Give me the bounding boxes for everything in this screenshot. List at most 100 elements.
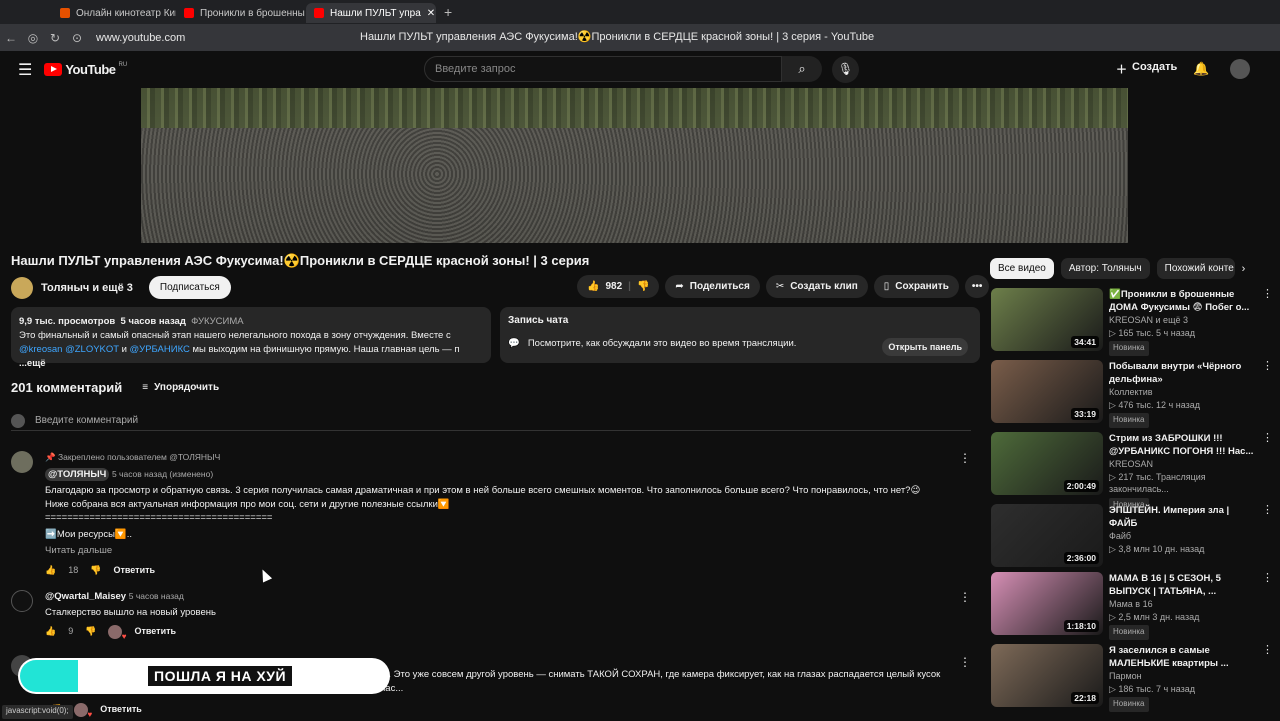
show-more-link[interactable]: ...ещё xyxy=(19,358,46,369)
search-icon: ⌕ xyxy=(798,61,806,76)
save-button[interactable]: ▯ Сохранить xyxy=(873,275,959,298)
channel-name[interactable]: Мама в 16 xyxy=(1109,599,1153,609)
comment-time[interactable]: 5 часов назад xyxy=(129,591,184,601)
comment-more-icon[interactable]: ⋮ xyxy=(959,655,971,669)
recommendation-more-icon[interactable]: ⋮ xyxy=(1262,288,1273,301)
recommendation-more-icon[interactable]: ⋮ xyxy=(1262,572,1273,585)
add-comment-input[interactable]: Введите комментарий xyxy=(11,411,971,431)
channel-name[interactable]: Пармон xyxy=(1109,671,1142,681)
video-thumbnail[interactable]: 1:18:10 xyxy=(991,572,1103,635)
thumb-down-icon[interactable]: 👎 xyxy=(637,281,649,292)
channel-name[interactable]: KREOSAN xyxy=(1109,315,1153,325)
chevron-right-icon[interactable]: › xyxy=(1242,263,1246,275)
channel-name[interactable]: Толяныч и ещё 3 xyxy=(41,282,133,294)
recommendation-item[interactable]: 22:18 Я заселился в самые МАЛЕНЬКИЕ кварт… xyxy=(991,644,1273,712)
comment-more-icon[interactable]: ⋮ xyxy=(959,590,971,604)
comment-time[interactable]: 5 часов назад (изменено) xyxy=(112,469,213,479)
bell-icon[interactable]: 🔔 xyxy=(1193,61,1209,77)
search-button[interactable]: ⌕ xyxy=(782,56,822,82)
comment-dislike-icon[interactable]: 👎 xyxy=(85,625,96,639)
mention-link[interactable]: @ZLOYKOT xyxy=(65,344,119,355)
recommendation-title[interactable]: МАМА В 16 | 5 СЕЗОН, 5 ВЫПУСК | ТАТЬЯНА,… xyxy=(1109,572,1259,598)
save-label: Сохранить xyxy=(895,281,949,292)
like-button[interactable]: 👍 982 | 👎 xyxy=(577,275,660,298)
recommendation-item[interactable]: 2:00:49 Стрим из ЗАБРОШКИ !!! @УРБАНИКС П… xyxy=(991,432,1273,512)
sort-label: Упорядочить xyxy=(154,382,220,393)
recommendation-item[interactable]: 2:36:00 ЭПШТЕЙН. Империя зла | ФАЙБ Файб ▷… xyxy=(991,504,1273,567)
recommendation-more-icon[interactable]: ⋮ xyxy=(1262,644,1273,657)
reply-button[interactable]: Ответить xyxy=(100,703,142,717)
video-thumbnail[interactable]: 2:00:49 xyxy=(991,432,1103,495)
video-duration: 34:41 xyxy=(1071,336,1099,348)
video-player[interactable] xyxy=(141,88,1128,243)
voice-search-button[interactable]: 🎙 xyxy=(832,56,859,83)
video-thumbnail[interactable]: 2:36:00 xyxy=(991,504,1103,567)
comment-author[interactable]: @Qwartal_Maisey xyxy=(45,591,126,602)
video-duration: 2:00:49 xyxy=(1063,480,1099,492)
comment-dislike-icon[interactable]: 👎 xyxy=(90,564,101,578)
browser-tab-2[interactable]: Проникли в брошенны xyxy=(176,3,306,23)
recommendation-title[interactable]: Я заселился в самые МАЛЕНЬКИЕ квартиры .… xyxy=(1109,644,1259,670)
video-thumbnail[interactable]: 34:41 xyxy=(991,288,1103,351)
recommendation-item[interactable]: 33:19 Побывали внутри «Чёрного дельфина» К… xyxy=(991,360,1273,428)
chip-all[interactable]: Все видео xyxy=(990,258,1054,279)
menu-icon[interactable]: ☰ xyxy=(18,60,32,80)
read-more-link[interactable]: Читать дальше xyxy=(45,544,965,558)
sort-button[interactable]: ≡ Упорядочить xyxy=(142,382,219,393)
channel-name[interactable]: KREOSAN xyxy=(1109,459,1153,469)
comment-like-icon[interactable]: 👍 xyxy=(45,625,56,639)
lock-icon[interactable]: ⊙ xyxy=(66,31,88,45)
share-icon: ➦ xyxy=(675,281,684,292)
new-badge: Новинка xyxy=(1109,697,1149,712)
description-box[interactable]: 9,9 тыс. просмотров 5 часов назад ФУКУСИ… xyxy=(11,307,491,369)
mention-link[interactable]: @kreosan xyxy=(19,344,62,355)
comment-more-icon[interactable]: ⋮ xyxy=(959,451,971,465)
back-icon[interactable]: ← xyxy=(0,31,22,45)
more-actions-button[interactable]: ••• xyxy=(964,275,990,298)
reply-button[interactable]: Ответить xyxy=(113,564,155,578)
recommendation-item[interactable]: 34:41 ✅Проникли в брошенные ДОМА Фукусимы… xyxy=(991,288,1273,356)
open-panel-button[interactable]: Открыть панель xyxy=(882,338,968,356)
reply-button[interactable]: Ответить xyxy=(134,625,176,639)
recommendation-more-icon[interactable]: ⋮ xyxy=(1262,360,1273,373)
recommendation-title[interactable]: Побывали внутри «Чёрного дельфина» xyxy=(1109,360,1259,386)
tab-close-icon[interactable]: ✕ xyxy=(427,8,435,19)
shield-icon[interactable]: ◎ xyxy=(22,31,44,45)
comment-author[interactable]: @ТОЛЯНЫЧ xyxy=(45,467,110,481)
new-tab-icon[interactable]: + xyxy=(444,4,452,20)
youtube-header: ☰ YouTube RU Введите запрос ⌕ 🎙 ＋ Создат… xyxy=(0,51,1280,88)
recommendation-meta: ▷ 165 тыс. 5 ч назад xyxy=(1109,327,1195,338)
recommendation-title[interactable]: ✅Проникли в брошенные ДОМА Фукусимы 😨 По… xyxy=(1109,288,1259,314)
mention-link[interactable]: @УРБАНИКС xyxy=(130,344,190,355)
channel-name[interactable]: Файб xyxy=(1109,531,1131,541)
recommendation-channel: Коллектив xyxy=(1109,386,1259,399)
recommendation-more-icon[interactable]: ⋮ xyxy=(1262,504,1273,517)
recommendation-title[interactable]: ЭПШТЕЙН. Империя зла | ФАЙБ xyxy=(1109,504,1259,530)
search-input[interactable]: Введите запрос xyxy=(424,56,782,82)
chip-author[interactable]: Автор: Толяныч xyxy=(1060,258,1150,279)
share-button[interactable]: ➦ Поделиться xyxy=(665,275,760,298)
comment-avatar[interactable] xyxy=(11,451,33,473)
comment-like-icon[interactable]: 👍 xyxy=(45,564,56,578)
browser-tab-3[interactable]: Нашли ПУЛЬТ упра ✕ xyxy=(306,3,436,23)
recommendation-title[interactable]: Стрим из ЗАБРОШКИ !!! @УРБАНИКС ПОГОНЯ !… xyxy=(1109,432,1259,458)
clip-button[interactable]: ✂ Создать клип xyxy=(765,275,868,298)
channel-name[interactable]: Коллектив xyxy=(1109,387,1153,397)
video-thumbnail[interactable]: 22:18 xyxy=(991,644,1103,707)
video-thumbnail[interactable]: 33:19 xyxy=(991,360,1103,423)
chip-similar[interactable]: Похожий конте xyxy=(1156,258,1235,279)
address-bar[interactable]: www.youtube.com xyxy=(96,32,185,44)
create-button[interactable]: ＋ Создать xyxy=(1116,61,1177,77)
reload-icon[interactable]: ↻ xyxy=(44,31,66,45)
channel-avatar[interactable] xyxy=(11,276,33,299)
avatar[interactable] xyxy=(1230,59,1250,79)
recommendation-more-icon[interactable]: ⋮ xyxy=(1262,432,1273,445)
subscribe-button[interactable]: Подписаться xyxy=(148,276,231,299)
tab-label: Нашли ПУЛЬТ упра xyxy=(330,7,421,19)
youtube-logo[interactable]: YouTube RU xyxy=(44,62,127,77)
comment-avatar[interactable] xyxy=(11,590,33,612)
browser-tab-1[interactable]: Онлайн кинотеатр Кино xyxy=(52,3,176,23)
recommendation-item[interactable]: 1:18:10 МАМА В 16 | 5 СЕЗОН, 5 ВЫПУСК | Т… xyxy=(991,572,1273,640)
window-title: Нашли ПУЛЬТ управления АЭС Фукусима!☢️Пр… xyxy=(360,31,875,43)
hashtag[interactable]: ФУКУСИМА xyxy=(191,316,243,327)
